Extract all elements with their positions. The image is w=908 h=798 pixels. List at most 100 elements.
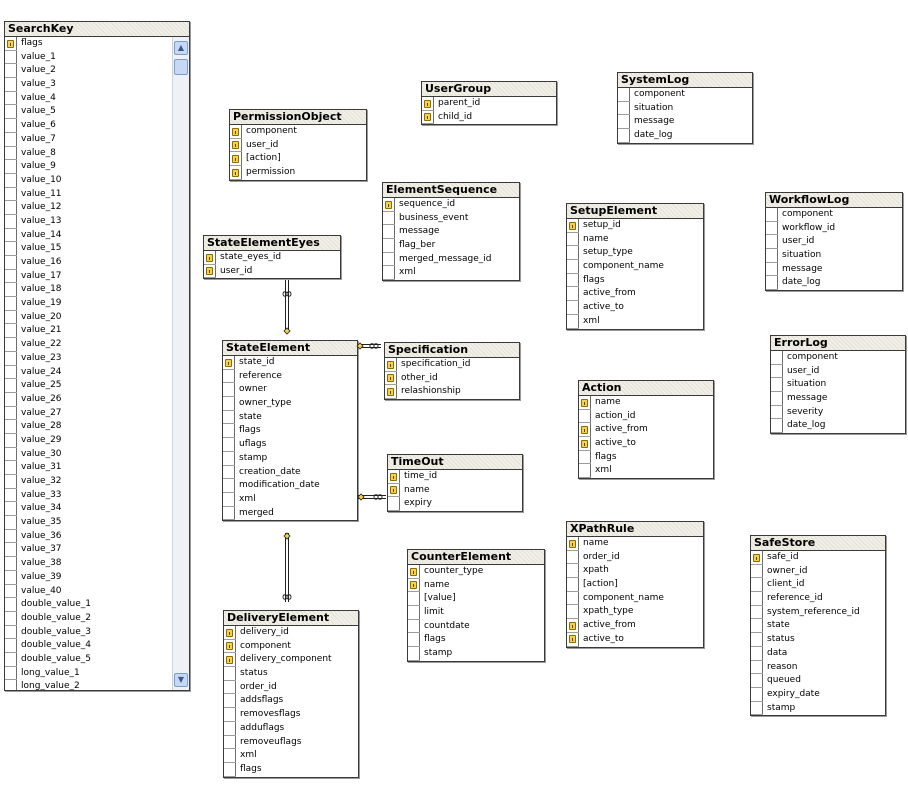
row-selector[interactable] bbox=[5, 78, 17, 92]
column-row[interactable]: safe_id bbox=[751, 551, 885, 565]
column-row[interactable]: value_17 bbox=[5, 269, 173, 284]
column-row[interactable]: order_id bbox=[224, 680, 358, 695]
row-selector[interactable] bbox=[408, 606, 420, 620]
row-selector[interactable] bbox=[5, 365, 17, 380]
column-row[interactable]: situation bbox=[771, 378, 905, 393]
row-selector[interactable] bbox=[5, 379, 17, 393]
column-row[interactable]: owner_id bbox=[751, 564, 885, 579]
column-row[interactable]: removesflags bbox=[224, 708, 358, 722]
column-row[interactable]: xml bbox=[567, 314, 703, 329]
row-selector[interactable] bbox=[383, 252, 395, 267]
row-selector[interactable] bbox=[579, 423, 591, 438]
column-row[interactable]: value_30 bbox=[5, 447, 173, 462]
row-selector[interactable] bbox=[383, 225, 395, 240]
scroll-up-icon[interactable]: ▲ bbox=[174, 41, 188, 55]
column-row[interactable]: status bbox=[224, 667, 358, 681]
table-title[interactable]: TimeOut bbox=[388, 455, 522, 470]
row-selector[interactable] bbox=[224, 721, 236, 736]
column-row[interactable]: expiry_date bbox=[751, 687, 885, 702]
row-selector[interactable] bbox=[224, 708, 236, 722]
row-selector[interactable] bbox=[224, 694, 236, 709]
column-row[interactable]: user_id bbox=[204, 264, 340, 279]
column-row[interactable]: active_to bbox=[567, 301, 703, 315]
column-row[interactable]: value_8 bbox=[5, 146, 173, 161]
column-row[interactable]: value_40 bbox=[5, 584, 173, 599]
column-row[interactable]: active_to bbox=[579, 437, 713, 451]
column-row[interactable]: value_34 bbox=[5, 502, 173, 517]
row-selector[interactable] bbox=[223, 506, 235, 521]
column-row[interactable]: double_value_4 bbox=[5, 639, 173, 653]
row-selector[interactable] bbox=[223, 451, 235, 466]
row-selector[interactable] bbox=[5, 584, 17, 599]
column-row[interactable]: double_value_2 bbox=[5, 611, 173, 626]
column-row[interactable]: value_36 bbox=[5, 529, 173, 544]
row-selector[interactable] bbox=[751, 633, 763, 647]
column-row[interactable]: workflow_id bbox=[766, 221, 902, 236]
column-row[interactable]: value_7 bbox=[5, 132, 173, 147]
column-row[interactable]: xpath_type bbox=[567, 605, 703, 620]
row-selector[interactable] bbox=[771, 392, 783, 406]
column-row[interactable]: xml bbox=[383, 266, 519, 281]
row-selector[interactable] bbox=[579, 464, 591, 479]
column-row[interactable]: value_15 bbox=[5, 242, 173, 256]
column-row[interactable]: value_2 bbox=[5, 64, 173, 79]
row-selector[interactable] bbox=[5, 502, 17, 517]
row-selector[interactable] bbox=[388, 483, 400, 498]
row-selector[interactable] bbox=[751, 687, 763, 702]
row-selector[interactable] bbox=[771, 419, 783, 434]
column-row[interactable]: component bbox=[771, 351, 905, 365]
row-selector[interactable] bbox=[383, 239, 395, 253]
column-row[interactable]: value_5 bbox=[5, 105, 173, 120]
column-row[interactable]: date_log bbox=[766, 276, 902, 291]
column-row[interactable]: system_reference_id bbox=[751, 605, 885, 620]
column-row[interactable]: [value] bbox=[408, 592, 544, 607]
row-selector[interactable] bbox=[771, 405, 783, 420]
column-row[interactable]: name bbox=[579, 396, 713, 410]
column-row[interactable]: adduflags bbox=[224, 721, 358, 736]
row-selector[interactable] bbox=[567, 619, 579, 633]
column-row[interactable]: component bbox=[224, 639, 358, 654]
row-selector[interactable] bbox=[5, 529, 17, 544]
column-row[interactable]: modification_date bbox=[223, 479, 357, 493]
table-stateelement[interactable]: StateElement state_id reference owner owner_… bbox=[222, 340, 358, 522]
row-selector[interactable] bbox=[5, 420, 17, 434]
row-selector[interactable] bbox=[223, 410, 235, 425]
column-row[interactable]: relashionship bbox=[385, 385, 519, 400]
row-selector[interactable] bbox=[5, 173, 17, 188]
column-row[interactable]: value_22 bbox=[5, 338, 173, 352]
row-selector[interactable] bbox=[408, 578, 420, 593]
column-row[interactable]: status bbox=[751, 633, 885, 647]
row-selector[interactable] bbox=[230, 125, 242, 139]
column-row[interactable]: merged_message_id bbox=[383, 252, 519, 267]
column-row[interactable]: state bbox=[223, 410, 357, 425]
column-row[interactable]: limit bbox=[408, 606, 544, 620]
row-selector[interactable] bbox=[224, 653, 236, 668]
table-safestore[interactable]: SafeStore safe_id owner_id client_id referen… bbox=[750, 535, 886, 717]
column-row[interactable]: value_19 bbox=[5, 297, 173, 311]
column-row[interactable]: delivery_id bbox=[224, 626, 358, 640]
row-selector[interactable] bbox=[5, 324, 17, 339]
row-selector[interactable] bbox=[5, 611, 17, 626]
vertical-scrollbar[interactable]: ▲ ▼ bbox=[172, 37, 189, 690]
row-selector[interactable] bbox=[567, 605, 579, 620]
row-selector[interactable] bbox=[5, 680, 17, 690]
row-selector[interactable] bbox=[230, 166, 242, 180]
table-title[interactable]: ErrorLog bbox=[771, 336, 905, 351]
column-row[interactable]: client_id bbox=[751, 578, 885, 593]
row-selector[interactable] bbox=[579, 396, 591, 410]
scroll-down-icon[interactable]: ▼ bbox=[174, 673, 188, 687]
row-selector[interactable] bbox=[751, 701, 763, 716]
column-row[interactable]: [action] bbox=[230, 152, 366, 167]
table-title[interactable]: StateElement bbox=[223, 341, 357, 356]
row-selector[interactable] bbox=[751, 619, 763, 634]
row-selector[interactable] bbox=[223, 397, 235, 411]
column-row[interactable]: message bbox=[383, 225, 519, 240]
column-row[interactable]: value_14 bbox=[5, 228, 173, 243]
row-selector[interactable] bbox=[224, 680, 236, 695]
row-selector[interactable] bbox=[408, 633, 420, 648]
column-row[interactable]: value_23 bbox=[5, 351, 173, 366]
table-title[interactable]: PermissionObject bbox=[230, 110, 366, 125]
column-row[interactable]: setup_type bbox=[567, 246, 703, 261]
row-selector[interactable] bbox=[567, 219, 579, 233]
column-row[interactable]: other_id bbox=[385, 371, 519, 386]
